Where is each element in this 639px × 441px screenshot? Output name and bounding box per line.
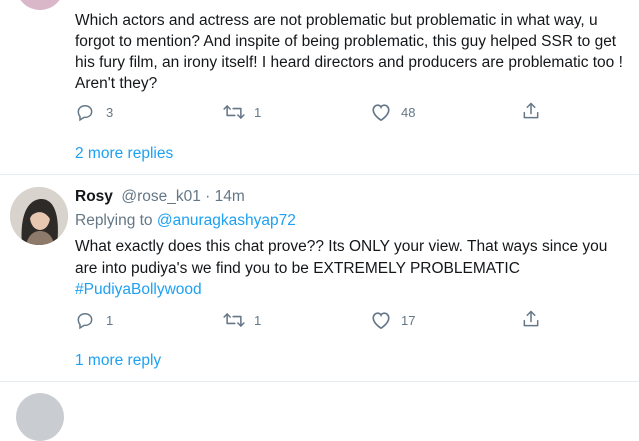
show-more-replies-link[interactable]: 1 more reply [75, 352, 161, 370]
hashtag-link[interactable]: #PudiyaBollywood [75, 279, 202, 300]
author-name[interactable]: Rosy [75, 188, 113, 205]
tweet-text: Which actors and actress are not problem… [75, 12, 623, 92]
reply-icon[interactable] [75, 310, 95, 330]
mention-link[interactable]: @anuragkashyap72 [157, 212, 296, 229]
tweet-text-line1: What exactly does this chat prove?? Its … [75, 238, 608, 255]
retweet-icon[interactable] [222, 102, 246, 122]
tweet-header: Rosy @rose_k01 · 14m [75, 188, 245, 206]
avatar-next[interactable] [16, 393, 64, 441]
replying-prefix: Replying to [75, 212, 153, 229]
show-more-replies-link[interactable]: 2 more replies [75, 145, 173, 163]
retweet-count: 1 [254, 313, 262, 328]
divider [0, 174, 639, 175]
reply-count: 1 [106, 313, 114, 328]
reply-count: 3 [106, 105, 114, 120]
divider [0, 381, 639, 382]
like-count: 17 [401, 313, 416, 328]
avatar-previous[interactable] [16, 0, 64, 10]
share-icon[interactable] [521, 309, 541, 329]
like-icon[interactable] [370, 310, 392, 330]
share-icon[interactable] [521, 101, 541, 121]
avatar[interactable] [10, 187, 68, 245]
replying-to-line: Replying to @anuragkashyap72 [75, 212, 296, 230]
like-count: 48 [401, 105, 416, 120]
reply-icon[interactable] [75, 102, 95, 122]
retweet-count: 1 [254, 105, 262, 120]
retweet-icon[interactable] [222, 310, 246, 330]
tweet-text-line2: are into pudiya's we find you to be EXTR… [75, 260, 520, 277]
like-icon[interactable] [370, 102, 392, 122]
author-handle[interactable]: @rose_k01 · 14m [121, 188, 244, 205]
